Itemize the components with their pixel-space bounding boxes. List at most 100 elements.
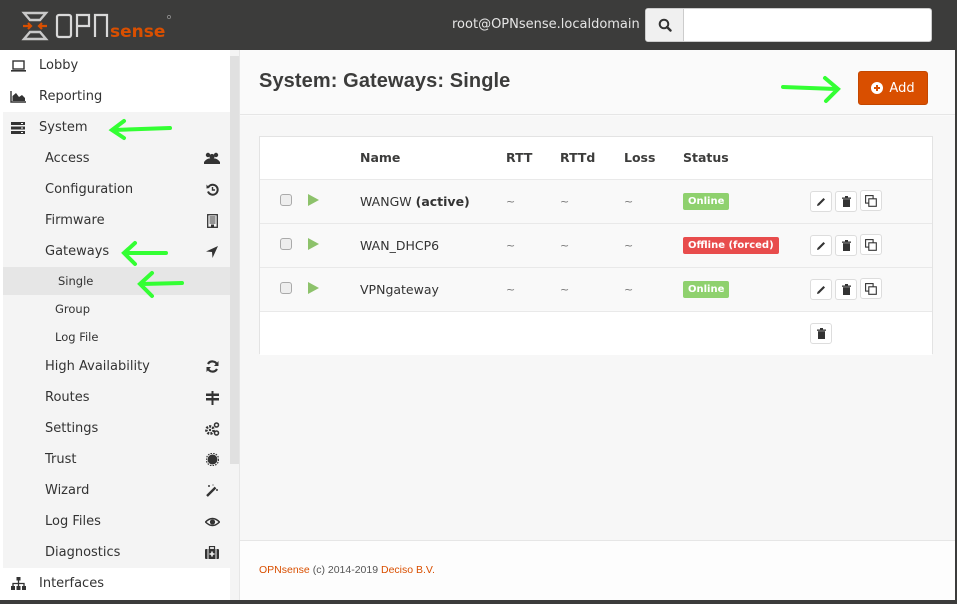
pencil-icon xyxy=(817,197,825,206)
delete-button[interactable] xyxy=(835,278,857,300)
sidebar-item-label: Gateways xyxy=(45,244,110,259)
status-badge: Online xyxy=(683,193,730,210)
sidebar-item-high-availability[interactable]: High Availability xyxy=(3,351,230,382)
gateways-table: Name RTT RTTd Loss Status WANGW (active)… xyxy=(260,137,932,355)
sidebar-item-trust[interactable]: Trust xyxy=(3,444,230,475)
sidebar-item-label: Single xyxy=(58,274,94,288)
plus-circle-icon xyxy=(871,82,884,94)
sitemap-icon xyxy=(9,577,27,590)
browser-frame: sense root@OPNsense.localdomain Lobby Re… xyxy=(0,0,955,600)
sidebar-item-gateways-log-file[interactable]: Log File xyxy=(3,323,230,351)
area-chart-icon xyxy=(9,90,27,103)
sidebar-item-gateways[interactable]: Gateways xyxy=(3,236,230,267)
sidebar-item-log-files[interactable]: Log Files xyxy=(3,506,230,537)
page-header: System: Gateways: Single Add xyxy=(240,50,955,115)
gateways-table-card: Name RTT RTTd Loss Status WANGW (active)… xyxy=(259,136,933,355)
sidebar-item-interfaces[interactable]: Interfaces xyxy=(3,568,230,599)
row-checkbox[interactable] xyxy=(280,193,292,206)
trash-icon xyxy=(841,195,851,207)
sidebar-item-label: Routes xyxy=(45,390,90,405)
gateway-rttd: ~ xyxy=(560,223,624,268)
users-icon xyxy=(204,151,220,167)
add-button-label: Add xyxy=(889,80,915,96)
column-rttd[interactable]: RTTd xyxy=(560,137,624,180)
trash-icon xyxy=(816,327,826,339)
sidebar-section-system[interactable]: System xyxy=(3,112,230,143)
search-input[interactable] xyxy=(684,9,931,41)
search-icon xyxy=(658,18,672,32)
gateway-loss: ~ xyxy=(624,223,683,268)
location-arrow-icon xyxy=(204,244,220,260)
signpost-icon xyxy=(204,390,220,406)
sidebar-item-label: Trust xyxy=(45,452,77,467)
clone-button[interactable] xyxy=(860,234,882,255)
sidebar-item-label: Reporting xyxy=(39,89,103,104)
refresh-icon xyxy=(204,359,220,375)
sidebar-item-settings[interactable]: Settings xyxy=(3,413,230,444)
user-menu[interactable]: root@OPNsense.localdomain xyxy=(452,17,640,32)
top-navbar: sense root@OPNsense.localdomain xyxy=(0,0,955,50)
column-rtt[interactable]: RTT xyxy=(506,137,560,180)
sidebar-item-firmware[interactable]: Firmware xyxy=(3,205,230,236)
sidebar-item-label: System xyxy=(39,120,88,135)
sidebar-item-lobby[interactable]: Lobby xyxy=(3,50,230,81)
system-submenu: Access Configuration Firmware Gateways S… xyxy=(3,143,230,568)
sidebar-item-label: Diagnostics xyxy=(45,545,121,560)
table-row: VPNgateway ~ ~ ~ Online xyxy=(260,267,932,312)
row-checkbox[interactable] xyxy=(280,237,292,250)
logo-icon: sense xyxy=(21,11,171,42)
sidebar-item-wizard[interactable]: Wizard xyxy=(3,475,230,506)
edit-button[interactable] xyxy=(810,191,832,212)
status-badge: Offline (forced) xyxy=(683,237,779,254)
delete-button[interactable] xyxy=(835,234,857,256)
edit-button[interactable] xyxy=(810,235,832,256)
column-loss[interactable]: Loss xyxy=(624,137,683,180)
gateway-rttd: ~ xyxy=(560,267,624,312)
trash-icon xyxy=(841,239,851,251)
clone-button[interactable] xyxy=(860,278,882,299)
sidebar-item-access[interactable]: Access xyxy=(3,143,230,174)
sidebar-item-label: Interfaces xyxy=(39,576,104,591)
column-name[interactable]: Name xyxy=(360,137,506,180)
sidebar-item-label: Settings xyxy=(45,421,99,436)
gateway-name: WAN_DHCP6 xyxy=(360,223,506,268)
gateway-name: VPNgateway xyxy=(360,267,506,312)
gateway-loss: ~ xyxy=(624,267,683,312)
active-label: (active) xyxy=(415,193,470,209)
trash-icon xyxy=(841,283,851,295)
certificate-icon xyxy=(204,452,220,468)
sidebar-item-label: Log Files xyxy=(45,514,101,529)
copyright-text: (c) 2014-2019 xyxy=(309,564,381,576)
opnsense-link[interactable]: OPNsense xyxy=(259,564,310,576)
search-box xyxy=(645,8,932,42)
sidebar-scrollbar-thumb[interactable] xyxy=(230,56,239,464)
play-icon xyxy=(308,281,319,294)
play-icon xyxy=(308,237,319,250)
sidebar-item-diagnostics[interactable]: Diagnostics xyxy=(3,537,230,568)
delete-button[interactable] xyxy=(835,190,857,212)
clone-button[interactable] xyxy=(860,190,882,211)
edit-button[interactable] xyxy=(810,279,832,300)
sidebar-item-gateways-group[interactable]: Group xyxy=(3,295,230,323)
gateway-rtt: ~ xyxy=(506,267,560,312)
sidebar-item-configuration[interactable]: Configuration xyxy=(3,174,230,205)
table-row: WANGW (active) ~ ~ ~ Online xyxy=(260,179,932,224)
opnsense-logo[interactable]: sense xyxy=(20,10,180,42)
column-status[interactable]: Status xyxy=(683,137,810,180)
delete-selected-button[interactable] xyxy=(810,322,832,344)
deciso-link[interactable]: Deciso B.V. xyxy=(381,564,435,576)
sidebar-item-label: Group xyxy=(55,302,91,316)
table-footer-row xyxy=(260,311,932,355)
play-icon xyxy=(308,193,319,206)
sidebar-item-routes[interactable]: Routes xyxy=(3,382,230,413)
add-button[interactable]: Add xyxy=(858,71,928,105)
pencil-icon xyxy=(817,241,825,250)
sidebar-item-gateways-single[interactable]: Single xyxy=(3,267,230,295)
sidebar-item-label: High Availability xyxy=(45,359,150,374)
sidebar-item-label: Access xyxy=(45,151,90,166)
sidebar-item-reporting[interactable]: Reporting xyxy=(3,81,230,112)
search-button[interactable] xyxy=(646,9,684,41)
sidebar: Lobby Reporting System Access Configurat… xyxy=(0,50,230,600)
svg-text:sense: sense xyxy=(110,22,165,42)
row-checkbox[interactable] xyxy=(280,281,292,294)
